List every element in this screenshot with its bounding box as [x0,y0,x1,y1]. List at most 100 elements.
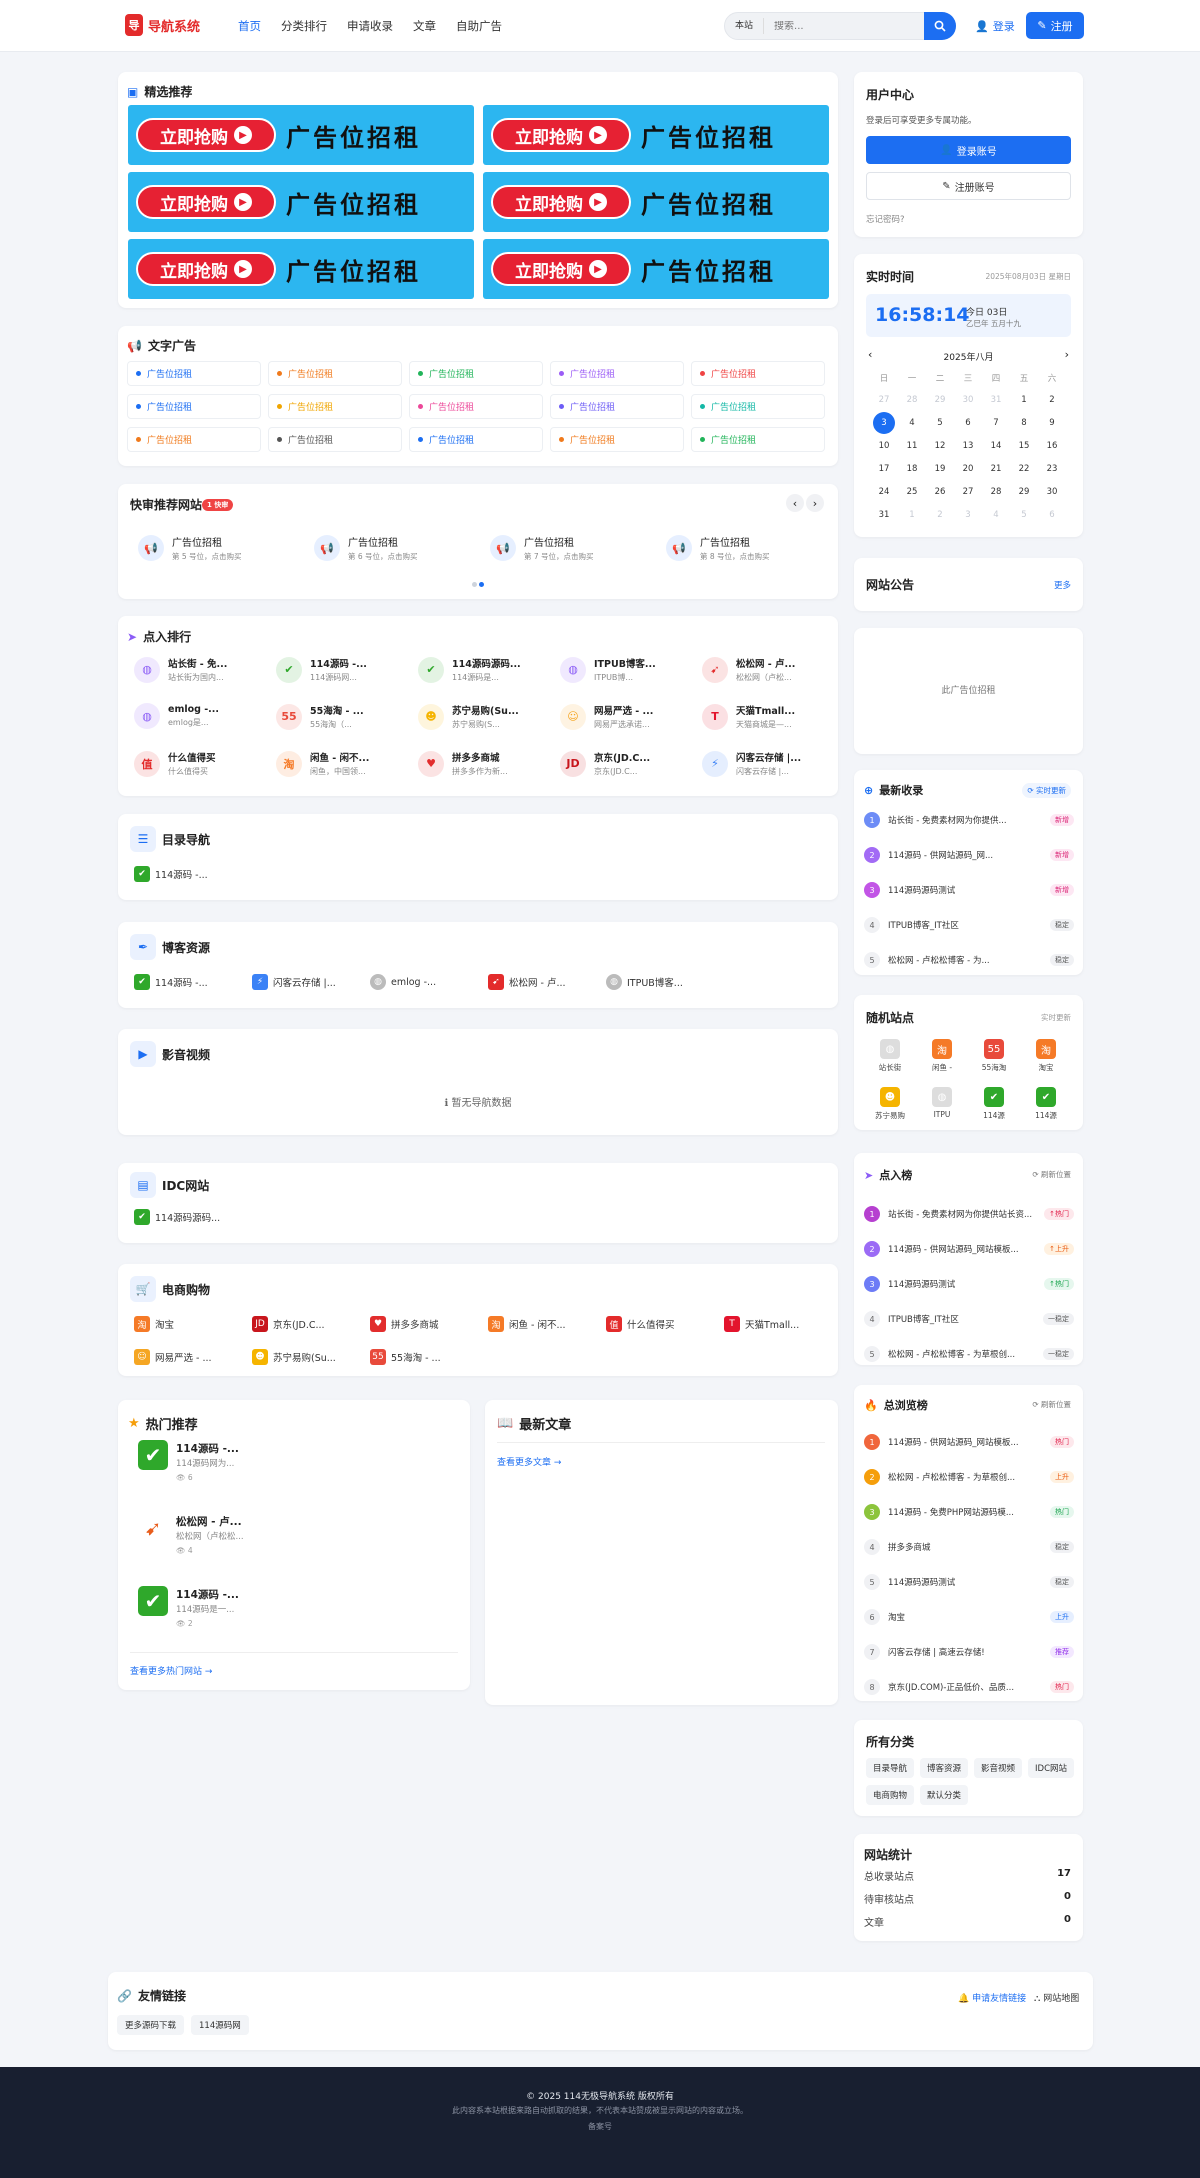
click-rank-item[interactable]: 淘闲鱼 - 闲不... 闲鱼，中国领... [276,750,406,777]
calendar-day[interactable]: 28 [982,480,1010,503]
view-board-row[interactable]: 3 114源码 - 免费PHP网站源码模... 热门 [864,1504,1074,1520]
calendar-day[interactable]: 16 [1038,434,1066,457]
latest-row[interactable]: 1 站长街 - 免费素材网为你提供... 新增 [864,812,1074,828]
site-chip[interactable]: JD 京东(JD.C... [252,1316,325,1332]
login-account-button[interactable]: 👤 登录账号 [866,136,1071,164]
text-ad-item[interactable]: 广告位招租 [691,361,825,386]
ad-banner[interactable]: 立即抢购 ▶ 广告位招租 [128,105,474,165]
site-chip[interactable]: 淘闲鱼 - 闲不... [488,1316,566,1332]
text-ad-item[interactable]: 广告位招租 [550,427,684,452]
calendar-day[interactable]: 3 [954,503,982,526]
latest-row[interactable]: 5 松松网 - 卢松松博客 - 为... 稳定 [864,952,1074,968]
random-site[interactable]: ◍ 站长街 [868,1039,912,1073]
text-ad-item[interactable]: 广告位招租 [268,361,402,386]
login-link[interactable]: 👤 登录 [975,18,1015,34]
click-board-row[interactable]: 2 114源码 - 供网站源码_网站模板... ↑上升 [864,1241,1074,1257]
calendar-day[interactable]: 1 [898,503,926,526]
calendar-day[interactable]: 2 [1038,388,1066,411]
site-chip[interactable]: ☺ 网易严选 - ... [134,1349,212,1365]
click-rank-item[interactable]: ⚡ 闪客云存储 |... 闪客云存储 |... [702,750,832,777]
register-account-button[interactable]: ✎ 注册账号 [866,172,1071,200]
click-board-row[interactable]: 1 站长街 - 免费素材网为你提供站长资... ↑热门 [864,1206,1074,1222]
next-arrow-icon[interactable]: › [806,494,824,512]
prev-arrow-icon[interactable]: ‹ [786,494,804,512]
sitemap-link[interactable]: ⛬ 网站地图 [1034,1991,1079,2004]
view-board-row[interactable]: 6 淘宝 上升 [864,1609,1074,1625]
text-ad-item[interactable]: 广告位招租 [268,394,402,419]
ad-banner[interactable]: 立即抢购 ▶ 广告位招租 [483,239,829,299]
site-chip[interactable]: ✔ 114源码源码... [134,1209,220,1225]
calendar-day[interactable]: 10 [870,434,898,457]
click-rank-item[interactable]: ◍ ITPUB博客... ITPUB博... [560,656,690,683]
calendar-day[interactable]: 5 [926,411,954,434]
click-rank-item[interactable]: 值什么值得买 什么值得买 [134,750,264,777]
view-board-refresh[interactable]: ⟳ 刷新位置 [1032,1399,1071,1410]
search-input[interactable] [764,20,905,32]
calendar-day[interactable]: 7 [982,411,1010,434]
click-rank-item[interactable]: ☻ 苏宁易购(Su... 苏宁易购(S... [418,703,548,730]
friend-link[interactable]: 更多源码下载 [117,2015,185,2035]
click-board-row[interactable]: 5 松松网 - 卢松松博客 - 为草根创... 一稳定 [864,1346,1074,1362]
calendar-day[interactable]: 25 [898,480,926,503]
click-rank-item[interactable]: ✔ 114源码源码... 114源码是... [418,656,548,683]
more-articles-link[interactable]: 查看更多文章 → [497,1455,561,1468]
site-chip[interactable]: ➹ 松松网 - 卢... [488,974,566,990]
forgot-password-link[interactable]: 忘记密码? [866,213,905,225]
calendar-day[interactable]: 18 [898,457,926,480]
calendar-day[interactable]: 21 [982,457,1010,480]
register-button[interactable]: ✎ 注册 [1026,12,1084,39]
site-chip[interactable]: ☻ 苏宁易购(Su... [252,1349,336,1365]
calendar-day[interactable]: 8 [1010,411,1038,434]
random-site[interactable]: ✔ 114源 [1024,1087,1068,1121]
footer-icp[interactable]: 备案号 [0,2121,1200,2132]
view-board-row[interactable]: 4 拼多多商城 稳定 [864,1539,1074,1555]
click-rank-item[interactable]: ◍ 站长街 - 免... 站长街为国内... [134,656,264,683]
random-site[interactable]: ◍ ITPU [920,1087,964,1119]
click-rank-item[interactable]: ☺ 网易严选 - ... 网易严选承诺... [560,703,690,730]
calendar-day[interactable]: 24 [870,480,898,503]
click-rank-item[interactable]: ✔ 114源码 -... 114源码网... [276,656,406,683]
view-board-row[interactable]: 2 松松网 - 卢松松博客 - 为草根创... 上升 [864,1469,1074,1485]
calendar-day[interactable]: 19 [926,457,954,480]
click-board-row[interactable]: 4 ITPUB博客_IT社区 一稳定 [864,1311,1074,1327]
site-chip[interactable]: ✔ 114源码 -... [134,866,208,882]
site-logo[interactable]: 导 导航系统 [125,14,200,36]
random-site[interactable]: 淘淘宝 [1024,1039,1068,1073]
calendar-day[interactable]: 26 [926,480,954,503]
category-tag[interactable]: 电商购物 [866,1785,915,1805]
calendar-day[interactable]: 30 [954,388,982,411]
calendar-day[interactable]: 30 [1038,480,1066,503]
text-ad-item[interactable]: 广告位招租 [550,361,684,386]
random-refresh[interactable]: 实时更新 [1041,1012,1071,1023]
calendar-day[interactable]: 22 [1010,457,1038,480]
calendar-day[interactable]: 6 [1038,503,1066,526]
click-board-row[interactable]: 3 114源码源码测试 ↑热门 [864,1276,1074,1292]
site-chip[interactable]: 淘淘宝 [134,1316,174,1332]
more-hot-link[interactable]: 查看更多热门网站 → [130,1664,212,1677]
text-ad-item[interactable]: 广告位招租 [550,394,684,419]
nav-home[interactable]: 首页 [238,18,261,34]
search-button[interactable] [924,12,956,40]
nav-articles[interactable]: 文章 [413,18,436,34]
calendar-day[interactable]: 28 [898,388,926,411]
click-rank-item[interactable]: ➹ 松松网 - 卢... 松松网（卢松... [702,656,832,683]
ad-banner[interactable]: 立即抢购 ▶ 广告位招租 [483,172,829,232]
calendar-day[interactable]: 5 [1010,503,1038,526]
text-ad-item[interactable]: 广告位招租 [127,394,261,419]
calendar-day[interactable]: 14 [982,434,1010,457]
calendar-day[interactable]: 1 [1010,388,1038,411]
text-ad-item[interactable]: 广告位招租 [691,394,825,419]
calendar-day[interactable]: 31 [870,503,898,526]
latest-row[interactable]: 2 114源码 - 供网站源码_网... 新增 [864,847,1074,863]
calendar-day[interactable]: 12 [926,434,954,457]
latest-row[interactable]: 4 ITPUB博客_IT社区 稳定 [864,917,1074,933]
calendar-day[interactable]: 15 [1010,434,1038,457]
click-rank-item[interactable]: ♥ 拼多多商城 拼多多作为新... [418,750,548,777]
search-scope-select[interactable]: 本站 [725,18,765,34]
nav-apply[interactable]: 申请收录 [347,18,393,34]
ad-banner[interactable]: 立即抢购 ▶ 广告位招租 [128,172,474,232]
hot-item-name[interactable]: 松松网 - 卢... [176,1514,242,1529]
quick-item[interactable]: 📢 广告位招租第 8 号位，点击购买 [666,534,826,562]
click-rank-item[interactable]: 55 55海淘 - ... 55海淘（... [276,703,406,730]
site-chip[interactable]: ◍ emlog -... [370,974,436,990]
